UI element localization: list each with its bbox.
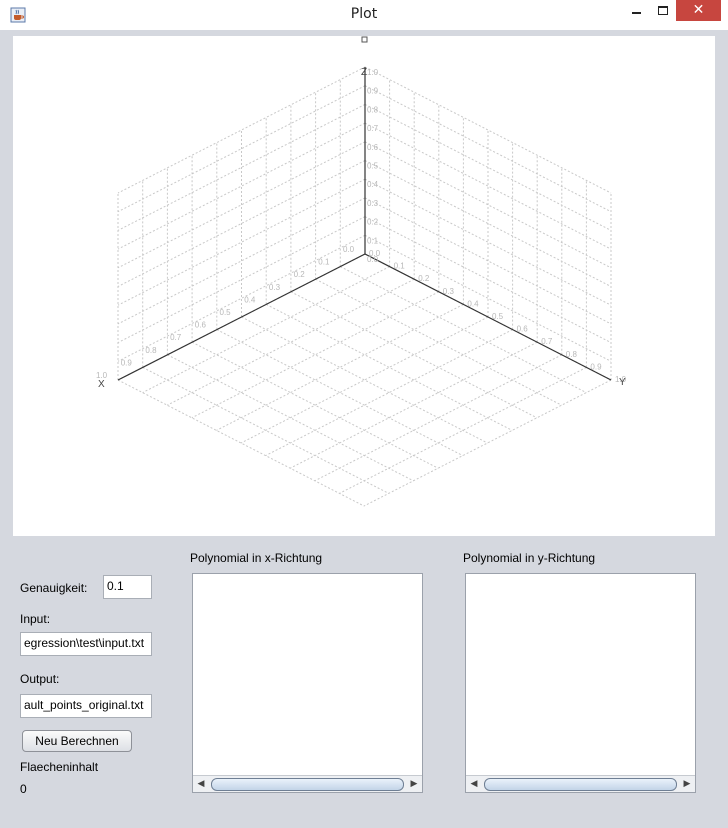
y-tick-label: 0.9: [590, 362, 602, 371]
z-tick-label: 0.6: [367, 143, 379, 152]
x-tick-label: 0.9: [121, 358, 133, 367]
y-panel-scrollbar[interactable]: ◀ ▶: [466, 775, 695, 792]
neu-berechnen-button[interactable]: Neu Berechnen: [22, 730, 132, 752]
arrow-left-icon[interactable]: ◀: [466, 776, 482, 792]
x-tick-label: 0.2: [294, 270, 306, 279]
arrow-right-icon[interactable]: ▶: [406, 776, 422, 792]
y-tick-label: 0.4: [467, 299, 479, 308]
output-label: Output:: [20, 672, 60, 686]
minimize-button[interactable]: [624, 0, 650, 22]
x-tick-label: 0.6: [195, 321, 207, 330]
grid-line: [117, 178, 366, 306]
z-tick-label: 0.7: [367, 124, 379, 133]
input-label: Input:: [20, 612, 51, 626]
genauigkeit-label: Genauigkeit:: [20, 581, 88, 595]
z-tick-label: 0.0: [367, 255, 379, 264]
z-tick-label: 0.2: [367, 218, 379, 227]
y-tick-label: 0.3: [443, 287, 455, 296]
scroll-thumb[interactable]: [484, 778, 677, 791]
x-tick-label: 0.0: [343, 245, 355, 254]
x-panel-scrollbar[interactable]: ◀ ▶: [193, 775, 422, 792]
x-tick-label: 0.1: [318, 258, 330, 267]
genauigkeit-field[interactable]: 0.1: [103, 575, 152, 599]
grid-line: [364, 178, 612, 306]
flaecheninhalt-value: 0: [20, 782, 27, 796]
grid-line: [265, 303, 513, 431]
z-tick-label: 0.9: [367, 87, 379, 96]
z-tick-label: 0.5: [367, 162, 379, 171]
title-bar: Plot ✕: [0, 0, 728, 30]
z-tick-label: 0.1: [367, 236, 379, 245]
rotation-handle[interactable]: [361, 36, 368, 43]
maximize-button[interactable]: [650, 0, 676, 22]
grid-line: [290, 291, 538, 419]
z-tick-label: 0.8: [367, 105, 379, 114]
output-path-field[interactable]: ault_points_original.txt: [20, 694, 152, 718]
scroll-thumb[interactable]: [211, 778, 404, 791]
input-path-field[interactable]: egression\test\input.txt: [20, 632, 152, 656]
y-tick-label: 0.7: [541, 337, 553, 346]
window-title: Plot: [350, 6, 378, 22]
arrow-left-icon[interactable]: ◀: [193, 776, 209, 792]
y-polynomial-title: Polynomial in y-Richtung: [463, 551, 596, 565]
plot-canvas[interactable]: 0.0 0.0 0.0 0.1 0.1 0.1 0.2 0.2 0.2 0.3 0.3 0.3 0.4 0…: [13, 36, 715, 536]
flaecheninhalt-label: Flaecheninhalt: [20, 760, 99, 774]
y-tick-label: 0.2: [418, 274, 430, 283]
x-tick-label: 0.5: [220, 308, 232, 317]
arrow-right-icon[interactable]: ▶: [679, 776, 695, 792]
3d-plot: 0.0 0.00.00.1 0.10.10.2 0.20.20.3 0.30.30.4 0…: [96, 36, 627, 507]
x-tick-label: 0.3: [269, 283, 281, 292]
x-axis-label: X: [98, 379, 105, 390]
z-tick-label: 1.0: [367, 68, 379, 77]
y-axis-label: Y: [619, 377, 626, 388]
y-tick-label: 0.5: [492, 312, 504, 321]
x-tick-label: 0.4: [244, 295, 256, 304]
z-axis-label: Z: [361, 67, 367, 78]
x-tick-label: 0.8: [145, 346, 157, 355]
close-icon: ✕: [692, 2, 705, 18]
grid-line: [364, 122, 612, 250]
y-tick-label: 0.8: [566, 350, 578, 359]
grid-line: [117, 122, 366, 250]
y-polynomial-panel[interactable]: ◀ ▶: [465, 573, 696, 793]
z-tick-label: 0.4: [367, 180, 379, 189]
x-tick-label: 0.7: [170, 333, 182, 342]
y-tick-label: 0.1: [394, 262, 406, 271]
x-polynomial-title: Polynomial in x-Richtung: [190, 551, 323, 565]
x-polynomial-panel[interactable]: ◀ ▶: [192, 573, 423, 793]
z-tick-label: 0.3: [367, 199, 379, 208]
close-button[interactable]: ✕: [676, 0, 721, 21]
y-tick-label: 0.6: [517, 325, 529, 334]
